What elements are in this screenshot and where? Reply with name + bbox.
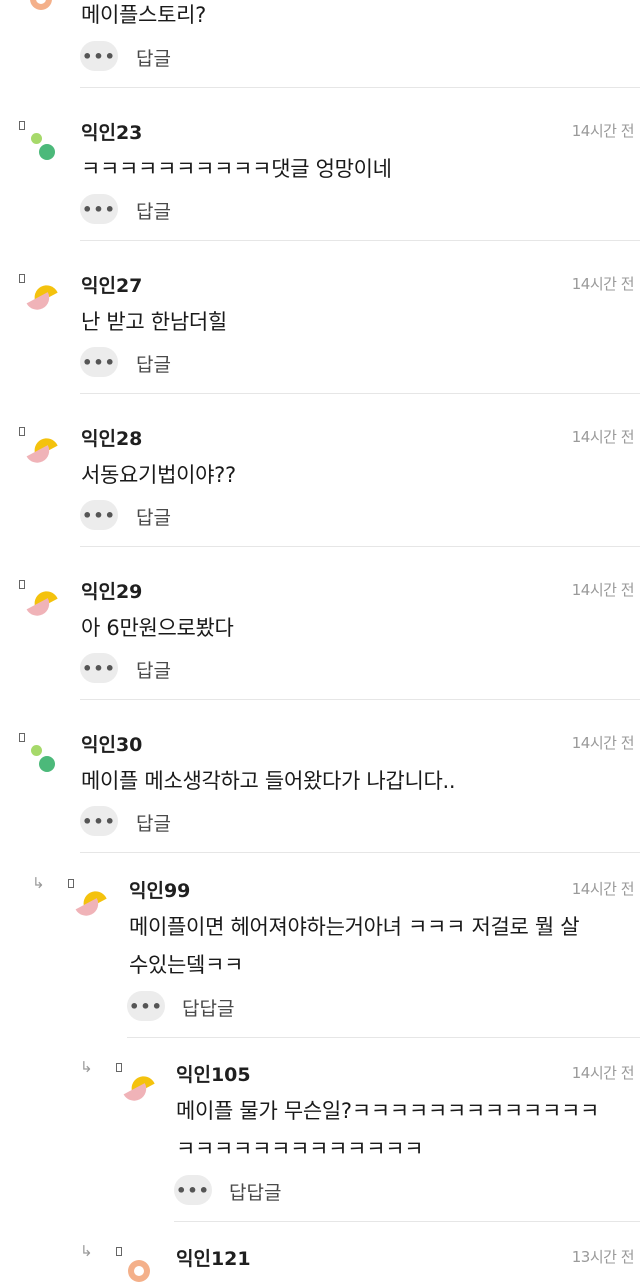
comment-author: 익인29 (81, 581, 143, 603)
comment-author: 익인28 (81, 428, 143, 450)
reply-button[interactable]: 답글 (136, 197, 171, 224)
divider (80, 852, 640, 853)
comment-body: 서동요기법이야?? (81, 463, 236, 487)
more-options-button[interactable]: ••• (174, 1175, 212, 1205)
avatar (28, 130, 58, 170)
avatar (123, 1072, 155, 1105)
missing-glyph-icon (19, 274, 25, 283)
comment-author: 익인27 (81, 275, 143, 297)
avatar (26, 281, 58, 314)
comment-author: 익인105 (176, 1064, 251, 1086)
divider (80, 87, 640, 88)
avatar (26, 434, 58, 467)
comment-author: 익인23 (81, 122, 143, 144)
missing-glyph-icon (19, 580, 25, 589)
reply-button[interactable]: 답글 (136, 350, 171, 377)
comment-time: 14시간 전 (571, 122, 635, 140)
divider (80, 546, 640, 547)
comment-author: 익인99 (129, 880, 191, 902)
more-options-button[interactable]: ••• (80, 806, 118, 836)
avatar (128, 1260, 150, 1282)
more-options-button[interactable]: ••• (80, 194, 118, 224)
reply-button[interactable]: 답글 (136, 809, 171, 836)
comment-body: ㅋㅋㅋㅋㅋㅋㅋㅋㅋㅋ댓글 엉망이네 (81, 157, 392, 181)
comment-body: 메이플스토리? (81, 3, 206, 27)
comment-time: 14시간 전 (571, 734, 635, 752)
comment-body-line2: 수있는뎈ㅋㅋ (129, 953, 244, 977)
divider (127, 1037, 640, 1038)
missing-glyph-icon (116, 1247, 122, 1256)
comment-body: 메이플 메소생각하고 들어왔다가 나갑니다.. (81, 769, 456, 793)
reply-button[interactable]: 답답글 (182, 994, 234, 1021)
divider (80, 393, 640, 394)
comment-time: 14시간 전 (571, 581, 635, 599)
avatar (75, 887, 107, 920)
comment-body-line1: 메이플이면 헤어져야하는거아녀 ㅋㅋㅋ 저걸로 뭘 살 (129, 915, 580, 939)
more-options-button[interactable]: ••• (80, 500, 118, 530)
more-options-button[interactable]: ••• (127, 991, 165, 1021)
comment-time: 14시간 전 (571, 1064, 635, 1082)
comment-time: 14시간 전 (571, 880, 635, 898)
divider (80, 699, 640, 700)
comment-author: 익인121 (176, 1248, 251, 1270)
avatar (28, 742, 58, 782)
comment-body-line1: 메이플 물가 무슨일?ㅋㅋㅋㅋㅋㅋㅋㅋㅋㅋㅋㅋㅋ (176, 1099, 600, 1123)
missing-glyph-icon (19, 733, 25, 742)
missing-glyph-icon (19, 427, 25, 436)
more-options-button[interactable]: ••• (80, 41, 118, 71)
comment-time: 14시간 전 (571, 275, 635, 293)
comment-body: 아 6만원으로봤다 (81, 616, 234, 640)
avatar (26, 587, 58, 620)
reply-arrow-icon: ↳ (80, 1058, 93, 1076)
reply-button[interactable]: 답답글 (229, 1178, 281, 1205)
divider (80, 240, 640, 241)
missing-glyph-icon (68, 879, 74, 888)
missing-glyph-icon (116, 1063, 122, 1072)
comment-time: 14시간 전 (571, 428, 635, 446)
reply-arrow-icon: ↳ (32, 874, 45, 892)
missing-glyph-icon (19, 121, 25, 130)
comment-body: 난 받고 한남더힐 (81, 310, 227, 334)
reply-button[interactable]: 답글 (136, 503, 171, 530)
comment-time: 13시간 전 (571, 1248, 635, 1266)
reply-button[interactable]: 답글 (136, 656, 171, 683)
reply-button[interactable]: 답글 (136, 44, 171, 71)
divider (174, 1221, 640, 1222)
more-options-button[interactable]: ••• (80, 347, 118, 377)
comment-body-line2: ㅋㅋㅋㅋㅋㅋㅋㅋㅋㅋㅋㅋㅋ (176, 1137, 424, 1161)
avatar (30, 0, 52, 10)
more-options-button[interactable]: ••• (80, 653, 118, 683)
reply-arrow-icon: ↳ (80, 1242, 93, 1260)
comment-author: 익인30 (81, 734, 143, 756)
